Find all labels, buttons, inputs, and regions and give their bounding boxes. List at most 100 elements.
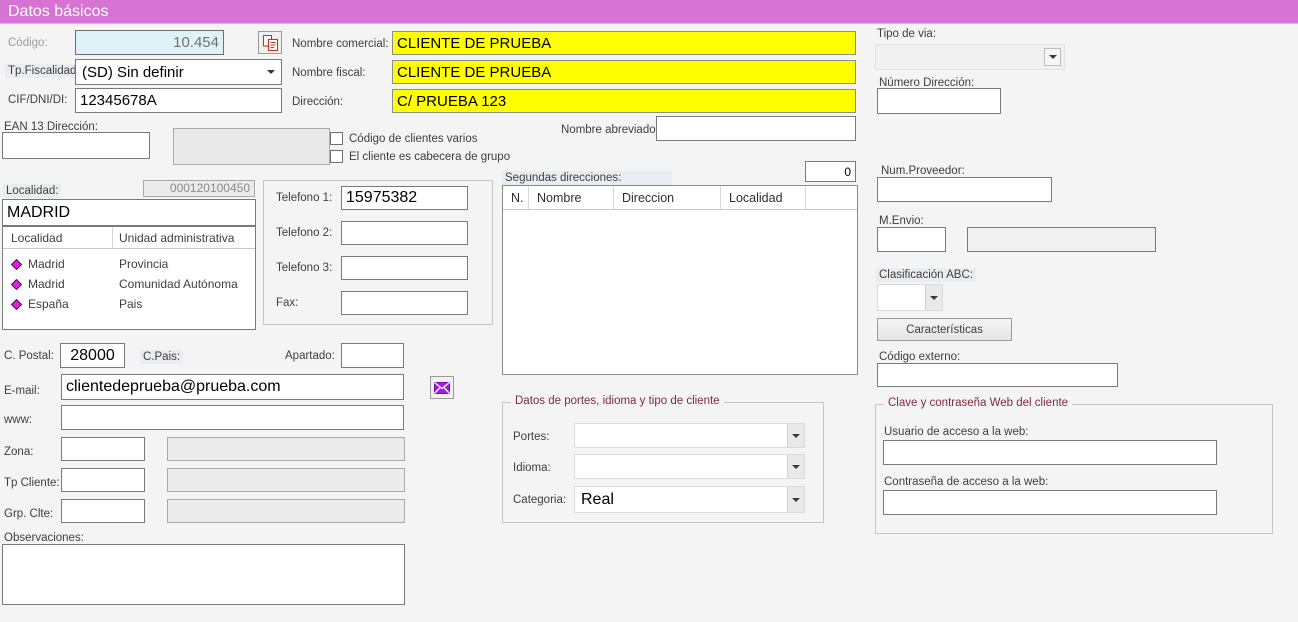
unidad-col-header: Unidad administrativa xyxy=(113,231,255,245)
copy-button[interactable] xyxy=(258,31,282,54)
m-envio-desc-display xyxy=(967,227,1156,252)
checkbox-icon[interactable] xyxy=(330,150,343,163)
email-field[interactable] xyxy=(61,374,404,400)
web-access-group-title: Clave y contraseña Web del cliente xyxy=(884,397,1072,409)
list-item[interactable]: Madrid Comunidad Autónoma xyxy=(3,274,255,294)
list-item[interactable]: Madrid Provincia xyxy=(3,254,255,274)
fax-label: Fax: xyxy=(276,297,298,309)
zona-field[interactable] xyxy=(61,437,145,461)
c-pais-label: C.Pais: xyxy=(140,350,183,364)
localidad-listbox-header: Localidad Unidad administrativa xyxy=(3,227,255,249)
diamond-icon xyxy=(11,279,22,290)
nombre-fiscal-label: Nombre fiscal: xyxy=(292,67,366,79)
portes-group-title: Datos de portes, idioma y tipo de client… xyxy=(511,395,724,407)
tp-cliente-label: Tp Cliente: xyxy=(4,477,60,489)
chevron-down-icon xyxy=(930,296,938,300)
codigo-field[interactable] xyxy=(75,30,224,55)
col-header-localidad: Localidad xyxy=(721,186,806,209)
portes-combo[interactable] xyxy=(574,423,805,448)
segundas-direcciones-table[interactable]: N. Nombre Direccion Localidad xyxy=(502,185,858,375)
localidad-field[interactable] xyxy=(2,199,256,226)
c-postal-label: C. Postal: xyxy=(4,350,54,362)
email-label: E-mail: xyxy=(4,385,40,397)
localidad-listbox[interactable]: Localidad Unidad administrativa Madrid P… xyxy=(2,226,256,330)
tp-cliente-field[interactable] xyxy=(61,468,145,492)
cif-field[interactable] xyxy=(75,88,282,113)
telefono2-label: Telefono 2: xyxy=(276,227,332,239)
ean-display-panel xyxy=(173,128,330,165)
nombre-abreviado-field[interactable] xyxy=(656,116,856,141)
www-field[interactable] xyxy=(61,405,404,430)
list-item-localidad: Madrid xyxy=(28,257,65,271)
nombre-fiscal-field[interactable] xyxy=(392,60,856,84)
idioma-combo[interactable] xyxy=(574,454,805,479)
chevron-down-icon xyxy=(792,498,800,502)
clasificacion-abc-label: Clasificación ABC: xyxy=(876,268,976,282)
categoria-combo[interactable]: Real xyxy=(574,486,805,513)
page-title: Datos básicos xyxy=(8,3,109,21)
segundas-direcciones-label: Segundas direcciones: xyxy=(502,171,672,185)
zona-label: Zona: xyxy=(4,446,33,458)
grp-clte-field[interactable] xyxy=(61,499,145,523)
caracteristicas-button[interactable]: Características xyxy=(877,318,1012,341)
chevron-down-icon xyxy=(267,70,275,74)
nombre-comercial-field[interactable] xyxy=(392,31,856,55)
tipo-via-combo[interactable] xyxy=(875,44,1065,70)
col-header-nombre: Nombre xyxy=(529,186,614,209)
usuario-web-field[interactable] xyxy=(883,440,1217,465)
codigo-label: Código: xyxy=(8,37,48,49)
segundas-count-field[interactable] xyxy=(805,161,856,182)
codigo-externo-label: Código externo: xyxy=(879,351,960,363)
section-header: Datos básicos xyxy=(0,0,1298,24)
ean-field[interactable] xyxy=(2,132,150,159)
list-item[interactable]: España Pais xyxy=(3,294,255,314)
tipo-via-label: Tipo de via: xyxy=(877,28,936,40)
m-envio-field[interactable] xyxy=(877,227,946,252)
zona-desc-display xyxy=(167,437,405,461)
telefono3-label: Telefono 3: xyxy=(276,262,332,274)
checkbox-cabecera-grupo[interactable]: El cliente es cabecera de grupo xyxy=(330,150,510,163)
chevron-down-icon xyxy=(1049,55,1057,59)
codigo-externo-field[interactable] xyxy=(877,363,1118,387)
contrasena-web-field[interactable] xyxy=(883,490,1217,515)
cif-label: CIF/DNI/DI: xyxy=(8,94,67,106)
checkbox-clientes-varios-label: Código de clientes varios xyxy=(349,133,478,145)
usuario-web-label: Usuario de acceso a la web: xyxy=(884,426,1028,438)
list-item-unidad: Provincia xyxy=(113,257,255,271)
direccion-field[interactable] xyxy=(392,89,856,113)
nombre-abreviado-label: Nombre abreviado: xyxy=(561,124,659,136)
col-header-direccion: Direccion xyxy=(614,186,721,209)
www-label: www: xyxy=(4,414,32,426)
list-item-localidad: España xyxy=(28,297,69,311)
chevron-down-icon xyxy=(792,434,800,438)
idioma-label: Idioma: xyxy=(513,462,551,474)
list-item-unidad: Pais xyxy=(113,297,255,311)
nombre-comercial-label: Nombre comercial: xyxy=(292,38,389,50)
localidad-label: Localidad: xyxy=(3,184,61,198)
segundas-table-header: N. Nombre Direccion Localidad xyxy=(503,186,857,210)
copy-icon xyxy=(262,35,279,51)
telefono1-field[interactable] xyxy=(341,186,468,210)
fax-field[interactable] xyxy=(341,291,468,315)
tp-cliente-desc-display xyxy=(167,468,405,492)
observaciones-label: Observaciones: xyxy=(4,532,84,544)
telefono2-field[interactable] xyxy=(341,221,468,245)
segundas-table-body[interactable] xyxy=(503,210,857,374)
categoria-value: Real xyxy=(575,491,787,509)
apartado-field[interactable] xyxy=(341,343,404,368)
send-email-button[interactable] xyxy=(430,376,454,399)
col-header-n: N. xyxy=(503,186,529,209)
diamond-icon xyxy=(11,299,22,310)
checkbox-clientes-varios[interactable]: Código de clientes varios xyxy=(330,132,478,145)
tp-fiscalidad-combo[interactable]: (SD) Sin definir xyxy=(75,59,282,85)
portes-label: Portes: xyxy=(513,431,549,443)
numero-direccion-field[interactable] xyxy=(877,88,1001,114)
observaciones-field[interactable] xyxy=(2,544,405,605)
telefono3-field[interactable] xyxy=(341,256,468,280)
num-proveedor-label: Num.Proveedor: xyxy=(881,165,965,177)
clasificacion-abc-combo[interactable] xyxy=(877,284,943,311)
checkbox-icon[interactable] xyxy=(330,132,343,145)
num-proveedor-field[interactable] xyxy=(877,177,1052,202)
c-postal-field[interactable] xyxy=(60,343,125,368)
grp-clte-desc-display xyxy=(167,499,405,523)
